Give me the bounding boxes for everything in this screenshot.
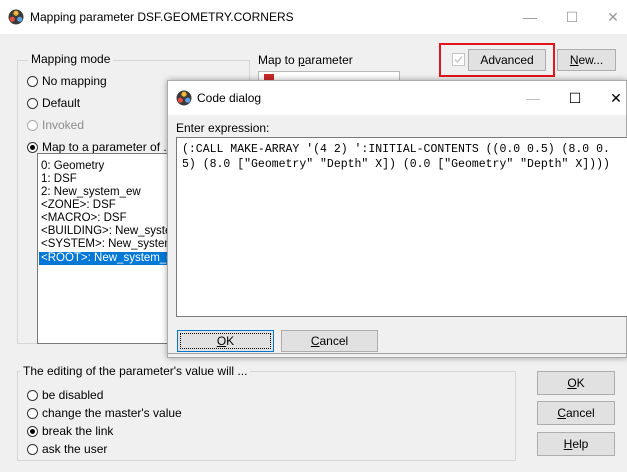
code-dialog-cancel-button[interactable]: Cancel — [281, 330, 378, 352]
checkmark-icon — [454, 56, 463, 64]
help-button[interactable]: Help — [537, 432, 615, 456]
radio-change-master[interactable] — [27, 408, 38, 419]
radio-default[interactable] — [27, 98, 38, 109]
list-item[interactable]: 1: DSF — [41, 173, 77, 186]
radio-ask-user-label: ask the user — [42, 442, 108, 456]
mapping-mode-legend: Mapping mode — [28, 52, 114, 66]
list-item[interactable]: <SYSTEM>: New_system_ew — [41, 238, 178, 251]
minimize-button[interactable]: — — [519, 6, 541, 28]
code-dialog: Code dialog — ☐ ✕ Enter expression: (:CA… — [167, 80, 627, 358]
map-to-parameter-label: Map to parameter — [258, 53, 353, 67]
advanced-button[interactable]: Advanced — [468, 49, 546, 71]
radio-invoked-label: Invoked — [42, 118, 85, 132]
radio-map-to-parameter-label: Map to a parameter of ... — [42, 140, 174, 154]
main-window-title: Mapping parameter DSF.GEOMETRY.CORNERS — [30, 10, 294, 24]
cancel-button[interactable]: Cancel — [537, 401, 615, 425]
ok-suffix: K — [576, 376, 585, 390]
close-button[interactable]: ✕ — [602, 6, 624, 28]
list-item[interactable]: 0: Geometry — [41, 160, 104, 173]
app-icon — [176, 90, 192, 106]
radio-ask-user[interactable] — [27, 444, 38, 455]
list-item[interactable]: <ZONE>: DSF — [41, 199, 116, 212]
code-dialog-title: Code dialog — [197, 91, 262, 105]
parameter-source-list[interactable]: 0: Geometry 1: DSF 2: New_system_ew <ZON… — [37, 153, 179, 344]
radio-default-label: Default — [42, 96, 81, 110]
radio-be-disabled-label: be disabled — [42, 388, 104, 402]
code-dialog-ok-button[interactable]: OK — [177, 330, 274, 352]
maximize-button[interactable]: ☐ — [561, 6, 583, 28]
radio-be-disabled[interactable] — [27, 390, 38, 401]
label-mnemonic: p — [298, 53, 305, 67]
ok-button[interactable]: OK — [537, 371, 615, 395]
focus-ring — [180, 333, 271, 349]
code-dialog-minimize-button[interactable]: — — [522, 87, 544, 109]
code-dialog-close-button[interactable]: ✕ — [605, 87, 627, 109]
enter-expression-label: Enter expression: — [176, 121, 270, 135]
dialog-bottom-divider — [168, 353, 627, 354]
radio-no-mapping[interactable] — [27, 76, 38, 87]
mapping-parameter-window: Mapping parameter DSF.GEOMETRY.CORNERS —… — [0, 0, 627, 472]
code-dialog-title-bar[interactable]: Code dialog — ☐ ✕ — [168, 81, 626, 115]
list-item-selected[interactable]: <ROOT>: New_system_ew — [39, 252, 178, 265]
radio-break-link-label: break the link — [42, 424, 114, 438]
new-suffix: ew... — [578, 53, 604, 67]
radio-map-to-parameter[interactable] — [27, 142, 38, 153]
cancel-suffix: ancel — [319, 334, 349, 348]
advanced-checkbox-icon[interactable] — [452, 53, 465, 66]
main-title-bar[interactable]: Mapping parameter DSF.GEOMETRY.CORNERS —… — [0, 0, 627, 34]
help-suffix: elp — [572, 437, 589, 451]
ok-mnemonic: O — [567, 376, 577, 390]
list-item[interactable]: 2: New_system_ew — [41, 186, 141, 199]
list-item[interactable]: <MACRO>: DSF — [41, 212, 127, 225]
new-button[interactable]: New... — [557, 49, 616, 71]
app-icon — [8, 9, 24, 25]
list-item[interactable]: <BUILDING>: New_system_ew — [41, 225, 178, 238]
cancel-mnemonic: C — [557, 406, 566, 420]
radio-break-link[interactable] — [27, 426, 38, 437]
label-prefix: Map to — [258, 53, 299, 67]
cancel-suffix: ancel — [565, 406, 595, 420]
radio-invoked — [27, 120, 38, 131]
editing-behavior-legend: The editing of the parameter's value wil… — [20, 364, 251, 378]
expression-textarea[interactable]: (:CALL MAKE-ARRAY '(4 2) ':INITIAL-CONTE… — [176, 137, 627, 317]
label-suffix: arameter — [304, 53, 353, 67]
code-dialog-maximize-button[interactable]: ☐ — [564, 87, 586, 109]
radio-change-master-label: change the master's value — [42, 406, 182, 420]
radio-no-mapping-label: No mapping — [42, 74, 107, 88]
